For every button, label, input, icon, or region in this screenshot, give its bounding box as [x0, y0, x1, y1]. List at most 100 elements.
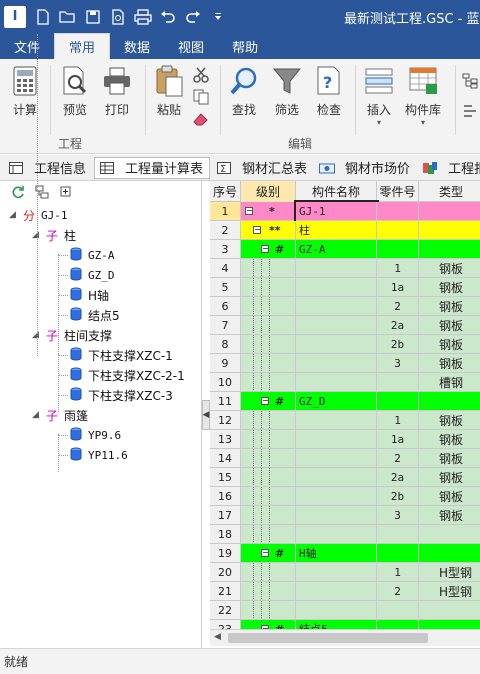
level-cell[interactable] [241, 278, 296, 297]
name-cell[interactable] [296, 297, 377, 316]
insert-dropdown-icon[interactable]: ▾ [377, 118, 381, 127]
tab-project-info[interactable]: 工程信息 [4, 157, 92, 179]
collapse-icon[interactable]: ◢ [8, 210, 17, 220]
row-number-cell[interactable]: 4 [210, 259, 241, 278]
part-cell[interactable]: 2 [377, 297, 419, 316]
refresh-icon[interactable] [10, 184, 26, 200]
col-header-level[interactable]: 级别 [241, 181, 296, 202]
tab-help[interactable]: 帮助 [218, 33, 272, 59]
tab-steel-summary[interactable]: Σ 钢材汇总表 [212, 157, 313, 179]
redo-icon[interactable] [181, 5, 205, 29]
level-cell[interactable] [241, 373, 296, 392]
customize-qat-icon[interactable] [206, 5, 230, 29]
part-cell[interactable]: 1 [377, 563, 419, 582]
row-number-cell[interactable]: 13 [210, 430, 241, 449]
level-cell[interactable] [241, 354, 296, 373]
level-cell[interactable] [241, 506, 296, 525]
name-cell[interactable] [296, 373, 377, 392]
part-cell[interactable]: 1a [377, 278, 419, 297]
tree-node-item[interactable]: 下柱支撑XZC-1 [70, 345, 173, 365]
row-number-cell[interactable]: 18 [210, 525, 241, 544]
row-number-cell[interactable]: 11 [210, 392, 241, 411]
row-number-cell[interactable]: 6 [210, 297, 241, 316]
row-number-cell[interactable]: 20 [210, 563, 241, 582]
row-number-cell[interactable]: 19 [210, 544, 241, 563]
type-cell[interactable]: 钢板 [419, 354, 480, 373]
panel-collapse-button[interactable]: ◀ [202, 400, 210, 430]
name-cell[interactable] [296, 468, 377, 487]
level-cell[interactable] [241, 601, 296, 620]
tree-node-item[interactable]: 结点5 [70, 305, 120, 325]
table-row[interactable]: 7 2a 钢板 [210, 316, 480, 335]
name-cell[interactable]: 柱 [296, 221, 377, 240]
scroll-left-icon[interactable]: ◀ [214, 632, 221, 642]
type-cell[interactable]: 槽钢 [419, 373, 480, 392]
table-row[interactable]: 17 3 钢板 [210, 506, 480, 525]
level-cell[interactable] [241, 487, 296, 506]
row-number-cell[interactable]: 5 [210, 278, 241, 297]
part-cell[interactable]: 1 [377, 411, 419, 430]
row-number-cell[interactable]: 23 [210, 620, 241, 629]
tree-node-group[interactable]: ◢ 子柱间支撑 [31, 325, 112, 345]
part-cell[interactable]: 3 [377, 354, 419, 373]
type-cell[interactable] [419, 392, 480, 411]
table-row[interactable]: 6 2 钢板 [210, 297, 480, 316]
part-cell[interactable] [377, 392, 419, 411]
level-cell[interactable] [241, 335, 296, 354]
insert-button[interactable]: 插入 ▾ [362, 63, 396, 127]
name-cell[interactable]: GJ-1 [294, 200, 379, 223]
new-icon[interactable] [31, 5, 55, 29]
table-row[interactable]: 5 1a 钢板 [210, 278, 480, 297]
expand-all-icon[interactable] [58, 184, 74, 200]
table-row[interactable]: 15 2a 钢板 [210, 468, 480, 487]
row-number-cell[interactable]: 9 [210, 354, 241, 373]
name-cell[interactable] [296, 601, 377, 620]
level-cell[interactable]: − * [241, 202, 296, 221]
type-cell[interactable]: 钢板 [419, 335, 480, 354]
part-cell[interactable] [377, 525, 419, 544]
col-header-no[interactable]: 序号 [210, 181, 241, 202]
part-cell[interactable]: 2 [377, 449, 419, 468]
row-number-cell[interactable]: 17 [210, 506, 241, 525]
tree-node-item[interactable]: YP11.6 [70, 445, 128, 465]
level-cell[interactable] [241, 449, 296, 468]
tab-file[interactable]: 文件 [0, 33, 54, 59]
tree-node-group[interactable]: ◢ 子雨篷 [31, 405, 88, 425]
part-cell[interactable]: 2a [377, 316, 419, 335]
name-cell[interactable] [296, 316, 377, 335]
horizontal-scrollbar[interactable]: ◀ [210, 629, 480, 646]
open-icon[interactable] [56, 5, 80, 29]
tab-quote[interactable]: 工程报价 [418, 157, 480, 179]
collapse-icon[interactable]: − [261, 549, 269, 557]
name-cell[interactable]: GZ-A [296, 240, 377, 259]
row-number-cell[interactable]: 22 [210, 601, 241, 620]
part-cell[interactable]: 3 [377, 506, 419, 525]
scroll-thumb[interactable] [228, 633, 428, 643]
level-cell[interactable] [241, 297, 296, 316]
level-cell[interactable]: − # [241, 240, 296, 259]
part-cell[interactable]: 2 [377, 582, 419, 601]
filter-button[interactable]: 筛选 [270, 63, 304, 118]
part-cell[interactable] [377, 221, 419, 240]
collapse-icon[interactable]: ◢ [31, 330, 40, 340]
level-cell[interactable] [241, 259, 296, 278]
tab-view[interactable]: 视图 [164, 33, 218, 59]
col-header-name[interactable]: 构件名称 [296, 181, 377, 202]
type-cell[interactable]: 钢板 [419, 449, 480, 468]
col-header-part[interactable]: 零件号 [377, 181, 419, 202]
name-cell[interactable]: 结点5 [296, 620, 377, 629]
library-dropdown-icon[interactable]: ▾ [421, 118, 425, 127]
table-row[interactable]: 3− # GZ-A [210, 240, 480, 259]
part-cell[interactable]: 2a [377, 468, 419, 487]
row-number-cell[interactable]: 3 [210, 240, 241, 259]
part-cell[interactable]: 2b [377, 335, 419, 354]
type-cell[interactable]: 钢板 [419, 506, 480, 525]
level-cell[interactable] [241, 430, 296, 449]
name-cell[interactable] [296, 525, 377, 544]
table-row[interactable]: 4 1 钢板 [210, 259, 480, 278]
check-button[interactable]: ? 检查 [312, 63, 346, 118]
name-cell[interactable] [296, 411, 377, 430]
table-row[interactable]: 22 [210, 601, 480, 620]
type-cell[interactable] [419, 620, 480, 629]
row-number-cell[interactable]: 21 [210, 582, 241, 601]
